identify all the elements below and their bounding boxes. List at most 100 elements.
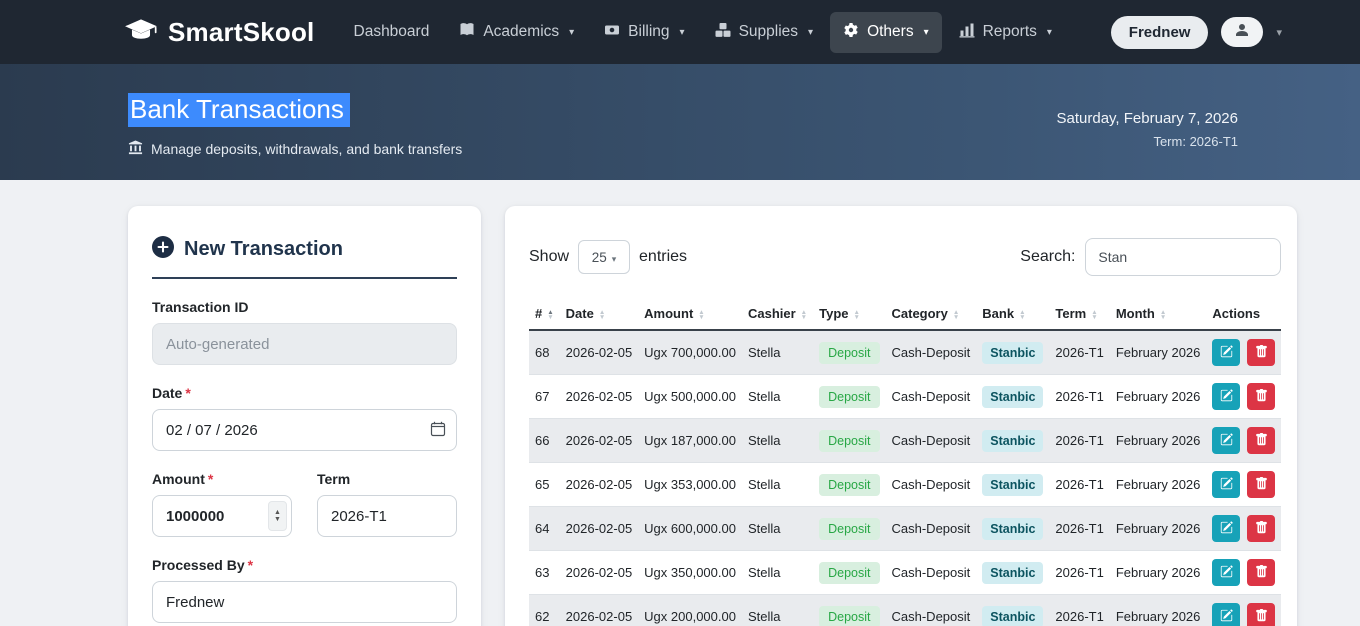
nav-label: Reports: [983, 23, 1037, 41]
delete-button[interactable]: [1247, 603, 1275, 626]
cell-term: 2026-T1: [1049, 419, 1109, 463]
chevron-down-icon: ▾: [1047, 27, 1052, 38]
sort-icon: ▲▼: [1160, 310, 1166, 320]
cell-id: 66: [529, 419, 560, 463]
edit-button[interactable]: [1212, 427, 1240, 454]
cell-category: Cash-Deposit: [886, 551, 977, 595]
delete-button[interactable]: [1247, 559, 1275, 586]
nav-item-others[interactable]: Others ▾: [830, 12, 942, 53]
bank-badge: Stanbic: [982, 430, 1043, 452]
amount-term-row: Amount* ▲▼ Term: [152, 451, 457, 537]
cell-category: Cash-Deposit: [886, 507, 977, 551]
nav-item-dashboard[interactable]: Dashboard: [341, 13, 443, 51]
cell-actions: [1206, 595, 1281, 626]
cell-month: February 2026: [1110, 463, 1207, 507]
edit-button[interactable]: [1212, 515, 1240, 542]
column-header-date[interactable]: Date▲▼: [560, 302, 639, 330]
nav-item-reports[interactable]: Reports ▾: [946, 12, 1065, 53]
table-row: 662026-02-05Ugx 187,000.00StellaDepositC…: [529, 419, 1281, 463]
term-col: Term: [317, 451, 457, 537]
nav-item-supplies[interactable]: Supplies ▾: [702, 12, 827, 53]
nav-label: Billing: [628, 23, 669, 41]
number-spinner[interactable]: ▲▼: [268, 501, 287, 531]
entries-select-value: 25: [592, 250, 607, 265]
pencil-icon: [1220, 521, 1233, 537]
delete-button[interactable]: [1247, 383, 1275, 410]
cell-actions: [1206, 419, 1281, 463]
delete-button[interactable]: [1247, 515, 1275, 542]
cell-bank: Stanbic: [976, 507, 1049, 551]
cell-bank: Stanbic: [976, 419, 1049, 463]
edit-button[interactable]: [1212, 339, 1240, 366]
person-icon: [1234, 22, 1250, 43]
delete-button[interactable]: [1247, 339, 1275, 366]
cell-id: 67: [529, 375, 560, 419]
cell-cashier: Stella: [742, 595, 813, 626]
column-header-category[interactable]: Category▲▼: [886, 302, 977, 330]
sort-icon: ▲▼: [854, 310, 860, 320]
cell-type: Deposit: [813, 463, 885, 507]
entries-select[interactable]: 25 ▾: [578, 240, 630, 274]
sort-icon: ▲▼: [547, 310, 553, 320]
cell-category: Cash-Deposit: [886, 463, 977, 507]
nav-item-billing[interactable]: Billing ▾: [591, 12, 697, 53]
processed-by-field[interactable]: [152, 581, 457, 623]
column-header-term[interactable]: Term▲▼: [1049, 302, 1109, 330]
cell-type: Deposit: [813, 551, 885, 595]
transactions-table: #▲▼ Date▲▼ Amount▲▼ Cashier▲▼ Type▲▼ Cat…: [529, 302, 1281, 626]
cell-term: 2026-T1: [1049, 463, 1109, 507]
delete-button[interactable]: [1247, 471, 1275, 498]
new-transaction-card: New Transaction Transaction ID Date*: [128, 206, 481, 626]
cell-amount: Ugx 350,000.00: [638, 551, 742, 595]
column-header-cashier[interactable]: Cashier▲▼: [742, 302, 813, 330]
cell-actions: [1206, 463, 1281, 507]
column-header-type[interactable]: Type▲▼: [813, 302, 885, 330]
nav-label: Supplies: [739, 23, 798, 41]
graduation-cap-icon: [124, 17, 158, 48]
cell-bank: Stanbic: [976, 595, 1049, 626]
pencil-icon: [1220, 609, 1233, 625]
bank-icon: [128, 140, 143, 158]
show-label: Show: [529, 248, 569, 266]
calendar-icon[interactable]: [430, 421, 446, 442]
cell-date: 2026-02-05: [560, 330, 639, 375]
edit-button[interactable]: [1212, 471, 1240, 498]
cell-id: 65: [529, 463, 560, 507]
cell-cashier: Stella: [742, 375, 813, 419]
table-controls: Show 25 ▾ entries Search:: [529, 238, 1281, 276]
table-row: 682026-02-05Ugx 700,000.00StellaDepositC…: [529, 330, 1281, 375]
cell-term: 2026-T1: [1049, 330, 1109, 375]
nav-label: Others: [867, 23, 914, 41]
cell-category: Cash-Deposit: [886, 375, 977, 419]
cell-amount: Ugx 500,000.00: [638, 375, 742, 419]
cell-term: 2026-T1: [1049, 375, 1109, 419]
column-header-amount[interactable]: Amount▲▼: [638, 302, 742, 330]
edit-button[interactable]: [1212, 603, 1240, 626]
search-input[interactable]: [1085, 238, 1281, 276]
cell-cashier: Stella: [742, 330, 813, 375]
cell-term: 2026-T1: [1049, 551, 1109, 595]
deposit-badge: Deposit: [819, 606, 879, 626]
nav-menu: Dashboard Academics ▾ Billing ▾ Supplies…: [341, 12, 1065, 53]
column-header-month[interactable]: Month▲▼: [1110, 302, 1207, 330]
cell-type: Deposit: [813, 330, 885, 375]
user-avatar-button[interactable]: [1221, 17, 1263, 47]
term-field[interactable]: [317, 495, 457, 537]
current-date: Saturday, February 7, 2026: [1057, 110, 1239, 127]
top-navbar: SmartSkool Dashboard Academics ▾ Billing…: [0, 0, 1360, 64]
trash-icon: [1255, 609, 1268, 625]
chevron-down-icon[interactable]: ▾: [1276, 26, 1282, 39]
user-name-button[interactable]: Frednew: [1111, 16, 1209, 49]
nav-item-academics[interactable]: Academics ▾: [446, 12, 587, 53]
brand-logo[interactable]: SmartSkool: [124, 17, 315, 48]
column-header-id[interactable]: #▲▼: [529, 302, 560, 330]
pencil-icon: [1220, 389, 1233, 405]
column-header-bank[interactable]: Bank▲▼: [976, 302, 1049, 330]
cell-amount: Ugx 187,000.00: [638, 419, 742, 463]
delete-button[interactable]: [1247, 427, 1275, 454]
cell-bank: Stanbic: [976, 551, 1049, 595]
edit-button[interactable]: [1212, 559, 1240, 586]
edit-button[interactable]: [1212, 383, 1240, 410]
brand-name: SmartSkool: [168, 17, 315, 48]
date-field[interactable]: [152, 409, 457, 451]
